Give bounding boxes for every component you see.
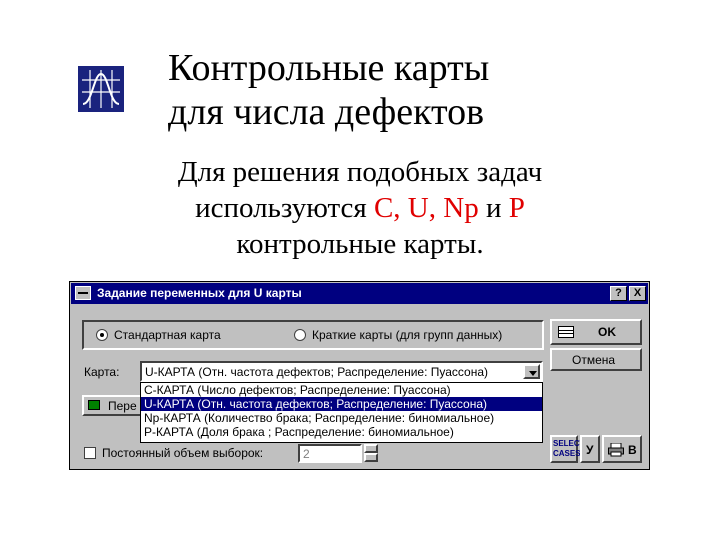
- slide-title: Контрольные карты для числа дефектов: [168, 46, 588, 134]
- body-line2: используются C, U, Np и P: [120, 190, 600, 226]
- chart-option-p[interactable]: P-КАРТА (Доля брака ; Распределение: бин…: [141, 425, 542, 439]
- select-cases-line2: CASES: [553, 449, 581, 458]
- chevron-down-icon[interactable]: [523, 364, 540, 379]
- variables-dialog: Задание переменных для U карты ? X Станд…: [69, 281, 650, 470]
- spin-up-button[interactable]: [364, 444, 378, 453]
- chart-option-np[interactable]: Np-КАРТА (Количество брака; Распределени…: [141, 411, 542, 425]
- spin-down-button[interactable]: [364, 453, 378, 462]
- help-button[interactable]: ?: [610, 286, 627, 301]
- select-cases-button[interactable]: SELECT CASES: [550, 435, 585, 463]
- variables-icon: [88, 400, 100, 410]
- weights-button[interactable]: У: [580, 435, 600, 463]
- dialog-titlebar[interactable]: Задание переменных для U карты ? X: [71, 283, 648, 304]
- chart-type-group: Стандартная карта Краткие карты (для гру…: [82, 320, 544, 350]
- chart-select[interactable]: U-КАРТА (Отн. частота дефектов; Распреде…: [140, 361, 543, 382]
- radio-short-label[interactable]: Краткие карты (для групп данных): [312, 328, 502, 342]
- cancel-button[interactable]: Отмена: [550, 348, 642, 371]
- radio-short[interactable]: [294, 329, 306, 341]
- constant-sample-label[interactable]: Постоянный объем выборок:: [102, 446, 263, 460]
- print-label: В: [628, 443, 637, 457]
- chart-option-c[interactable]: C-КАРТА (Число дефектов; Распределение: …: [141, 383, 542, 397]
- constant-sample-checkbox[interactable]: [84, 447, 96, 459]
- cancel-label: Отмена: [572, 353, 616, 367]
- radio-standard[interactable]: [96, 329, 108, 341]
- radio-standard-label[interactable]: Стандартная карта: [114, 328, 221, 342]
- chart-label: Карта:: [84, 365, 120, 379]
- printer-icon: [608, 443, 624, 457]
- grid-icon: [558, 326, 574, 338]
- close-button[interactable]: X: [629, 286, 646, 301]
- chart-selected-value: U-КАРТА (Отн. частота дефектов; Распреде…: [145, 365, 489, 379]
- weights-label: У: [586, 443, 594, 457]
- sample-size-value: 2: [303, 447, 310, 461]
- body-line3: контрольные карты.: [236, 228, 484, 260]
- ok-button[interactable]: OK: [550, 319, 642, 345]
- slide-title-line1: Контрольные карты: [168, 47, 490, 89]
- sample-size-input[interactable]: 2: [298, 444, 362, 463]
- chart-option-u[interactable]: U-КАРТА (Отн. частота дефектов; Распреде…: [141, 397, 542, 411]
- body-line1: Для решения подобных задач: [177, 156, 543, 188]
- body-line2-and: и: [478, 192, 509, 224]
- ok-label: OK: [598, 325, 616, 339]
- body-line2-prefix: используются: [195, 192, 374, 224]
- print-button[interactable]: В: [602, 435, 642, 463]
- system-menu-icon[interactable]: [75, 286, 91, 300]
- p-chart-highlight: P: [508, 192, 525, 224]
- slide-title-line2: для числа дефектов: [168, 91, 485, 133]
- slide-body: Для решения подобных задач используются …: [120, 154, 600, 262]
- dialog-title: Задание переменных для U карты: [97, 286, 302, 300]
- chart-logo-icon: [78, 66, 124, 112]
- variables-label: Пере: [108, 399, 137, 413]
- chart-types-highlight: C, U, Np: [373, 192, 479, 224]
- chart-dropdown-list: C-КАРТА (Число дефектов; Распределение: …: [140, 382, 543, 443]
